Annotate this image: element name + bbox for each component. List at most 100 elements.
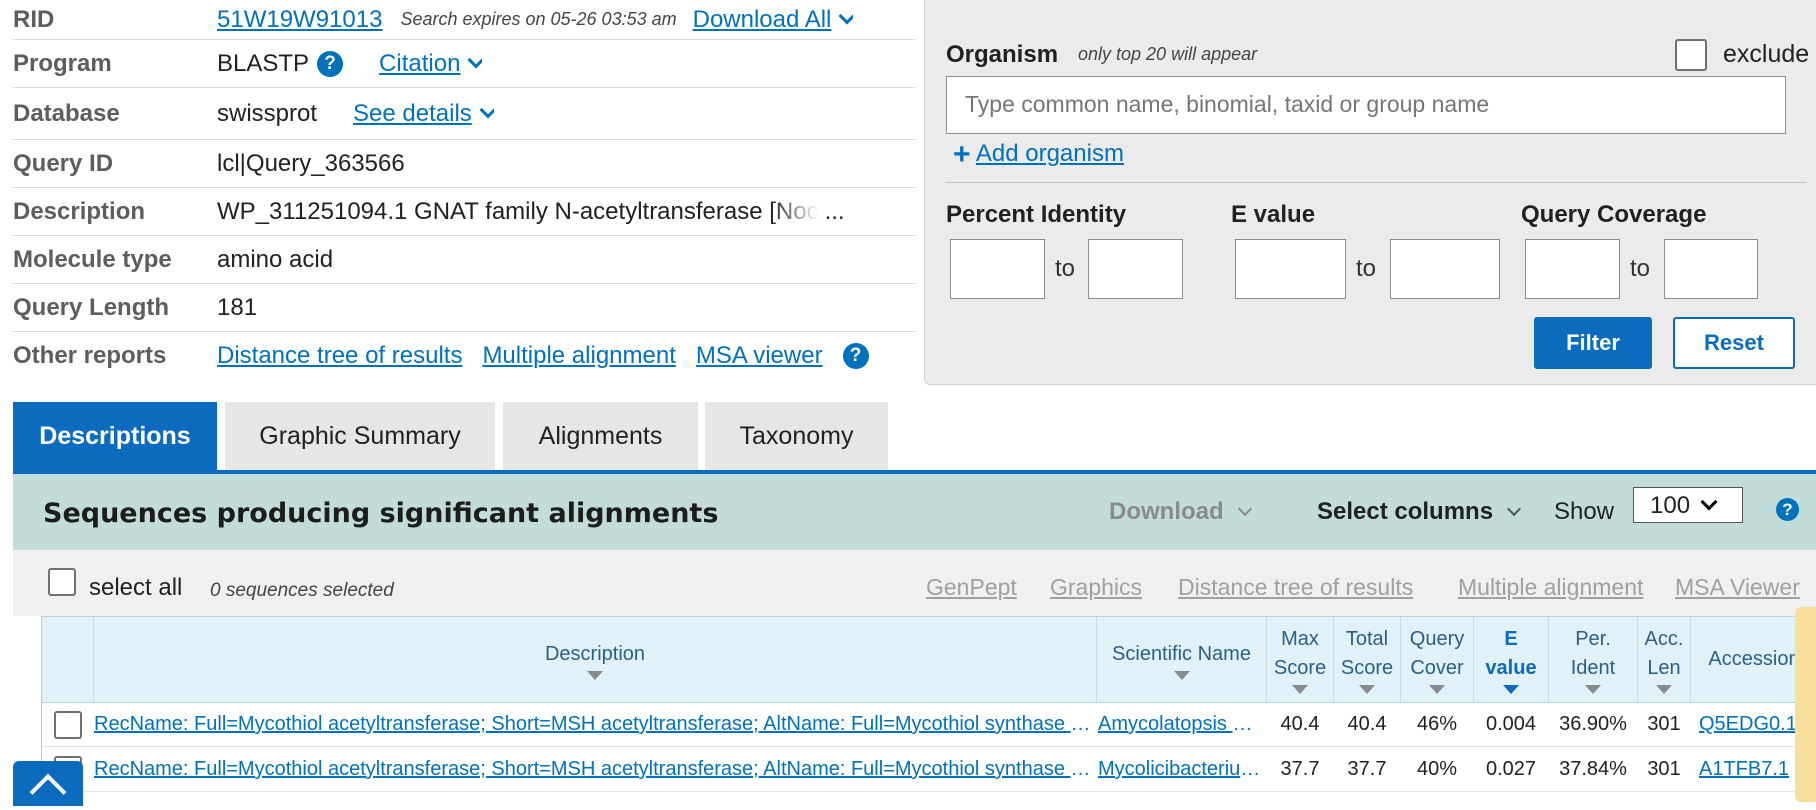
chevron-down-icon	[1237, 501, 1252, 517]
chevron-down-icon	[1506, 501, 1522, 517]
query-id-label: Query ID	[13, 149, 114, 177]
distance-tree-link[interactable]: Distance tree of results	[1178, 574, 1413, 601]
query-id-row: Query ID lcl|Query_363566	[13, 140, 915, 188]
scrollbar-thumb[interactable]	[1795, 607, 1816, 802]
query-coverage-from-input[interactable]	[1525, 239, 1620, 299]
sort-icon	[1292, 685, 1308, 694]
percent-identity-label: Percent Identity	[946, 201, 1127, 228]
add-organism-link[interactable]: + Add organism	[953, 135, 1124, 171]
table-header: Description Scientific Name Max Score Tot…	[42, 616, 1816, 703]
select-columns-dropdown[interactable]: Select columns	[1317, 498, 1522, 526]
description-row: Description WP_311251094.1 GNAT family N…	[13, 188, 915, 236]
table-row: RecName: Full=Mycothiol acetyltransferas…	[42, 747, 1816, 792]
download-all-link[interactable]: Download All	[693, 6, 854, 34]
header-acc-len[interactable]: Acc. Len	[1638, 617, 1691, 702]
header-max-score[interactable]: Max Score	[1267, 617, 1334, 702]
exclude-label: exclude	[1723, 40, 1810, 68]
header-e-value[interactable]: Evalue	[1474, 617, 1549, 702]
tab-taxonomy[interactable]: Taxonomy	[705, 402, 888, 470]
filter-button[interactable]: Filter	[1534, 317, 1652, 369]
percent-identity-to-input[interactable]	[1088, 239, 1183, 299]
e-value-from-input[interactable]	[1235, 239, 1346, 299]
description-label: Description	[13, 197, 146, 225]
row-query-cover: 40%	[1416, 758, 1458, 780]
rid-label: RID	[13, 5, 55, 33]
percent-identity-from-input[interactable]	[950, 239, 1045, 299]
multiple-alignment-link[interactable]: Multiple alignment	[1458, 574, 1643, 601]
query-coverage-to-input[interactable]	[1664, 239, 1758, 299]
organism-label: Organism	[946, 41, 1059, 68]
to-label: to	[1055, 255, 1076, 282]
back-to-top-button[interactable]	[13, 761, 83, 810]
msa-viewer-link[interactable]: MSA Viewer	[1675, 574, 1800, 601]
query-coverage-label: Query Coverage	[1521, 201, 1707, 228]
rid-link[interactable]: 51W19W91013	[217, 6, 382, 34]
other-reports-row: Other reports Distance tree of results M…	[13, 332, 915, 379]
checkbox-column-header	[42, 617, 94, 702]
row-acc-len: 301	[1647, 758, 1681, 780]
row-checkbox[interactable]	[54, 711, 82, 739]
sort-icon	[1429, 685, 1445, 694]
help-icon[interactable]: ?	[1776, 498, 1799, 521]
header-scientific-name[interactable]: Scientific Name	[1097, 617, 1267, 702]
selection-toolbar: select all 0 sequences selected GenPept …	[13, 550, 1816, 616]
molecule-type-value: amino acid	[217, 245, 334, 273]
help-icon[interactable]: ?	[317, 50, 344, 77]
download-dropdown[interactable]: Download	[1109, 498, 1252, 526]
row-query-cover: 46%	[1416, 713, 1458, 735]
sort-icon	[1656, 685, 1672, 694]
tab-graphic-summary[interactable]: Graphic Summary	[225, 402, 495, 470]
table-row: RecName: Full=Mycothiol acetyltransferas…	[42, 702, 1816, 747]
citation-link[interactable]: Citation	[379, 50, 483, 78]
header-total-score[interactable]: Total Score	[1334, 617, 1401, 702]
show-select[interactable]: 100	[1633, 487, 1743, 523]
header-description[interactable]: Description	[94, 617, 1097, 702]
row-acc-len: 301	[1647, 713, 1681, 735]
row-scientific-name-link[interactable]: Mycolicibacterium vanbaalenii	[1098, 747, 1264, 791]
plus-icon: +	[953, 138, 971, 171]
graphics-link[interactable]: Graphics	[1050, 574, 1142, 601]
database-value: swissprot	[217, 99, 318, 127]
multiple-alignment-link[interactable]: Multiple alignment	[482, 342, 675, 370]
row-description-link[interactable]: RecName: Full=Mycothiol acetyltransferas…	[94, 702, 1094, 746]
header-query-cover[interactable]: Query Cover	[1401, 617, 1474, 702]
see-details-link[interactable]: See details	[353, 100, 494, 128]
tab-descriptions[interactable]: Descriptions	[13, 402, 217, 470]
chevron-down-icon	[479, 101, 494, 118]
row-description-link[interactable]: RecName: Full=Mycothiol acetyltransferas…	[94, 747, 1094, 791]
tab-alignments[interactable]: Alignments	[503, 402, 698, 470]
e-value-to-input[interactable]	[1390, 239, 1500, 299]
program-row: Program BLASTP ? Citation	[13, 40, 915, 88]
show-label: Show	[1554, 498, 1615, 525]
description-value: WP_311251094.1 GNAT family N-acetyltrans…	[217, 197, 819, 225]
program-label: Program	[13, 49, 112, 77]
help-icon[interactable]: ?	[842, 342, 869, 369]
query-length-label: Query Length	[13, 293, 170, 321]
row-max-score: 37.7	[1280, 758, 1320, 780]
molecule-type-label: Molecule type	[13, 245, 172, 273]
molecule-type-row: Molecule type amino acid	[13, 236, 915, 284]
row-e-value: 0.027	[1485, 758, 1537, 780]
row-total-score: 40.4	[1347, 713, 1387, 735]
chevron-up-icon	[29, 773, 67, 810]
reset-button[interactable]: Reset	[1673, 317, 1795, 369]
sort-icon	[587, 670, 603, 680]
row-scientific-name-link[interactable]: Amycolatopsis mediterranei	[1098, 702, 1264, 746]
e-value-label: E value	[1231, 201, 1316, 228]
exclude-checkbox[interactable]	[1675, 39, 1707, 71]
results-header-bar: Sequences producing significant alignmen…	[13, 474, 1816, 550]
header-per-ident[interactable]: Per. Ident	[1549, 617, 1638, 702]
description-more[interactable]: ...	[825, 198, 845, 226]
expires-note: Search expires on 05-26 03:53 am	[400, 9, 677, 29]
other-reports-label: Other reports	[13, 341, 167, 369]
filter-panel: Organism only top 20 will appear exclude…	[924, 0, 1816, 385]
row-e-value: 0.004	[1485, 713, 1537, 735]
distance-tree-link[interactable]: Distance tree of results	[217, 342, 462, 370]
msa-viewer-link[interactable]: MSA viewer	[696, 342, 823, 370]
chevron-down-icon	[838, 7, 854, 24]
genpept-link[interactable]: GenPept	[926, 574, 1017, 601]
organism-input[interactable]: Type common name, binomial, taxid or gro…	[946, 76, 1786, 134]
sort-icon	[1359, 685, 1375, 694]
to-label: to	[1356, 255, 1377, 282]
select-all-checkbox[interactable]	[48, 568, 76, 596]
